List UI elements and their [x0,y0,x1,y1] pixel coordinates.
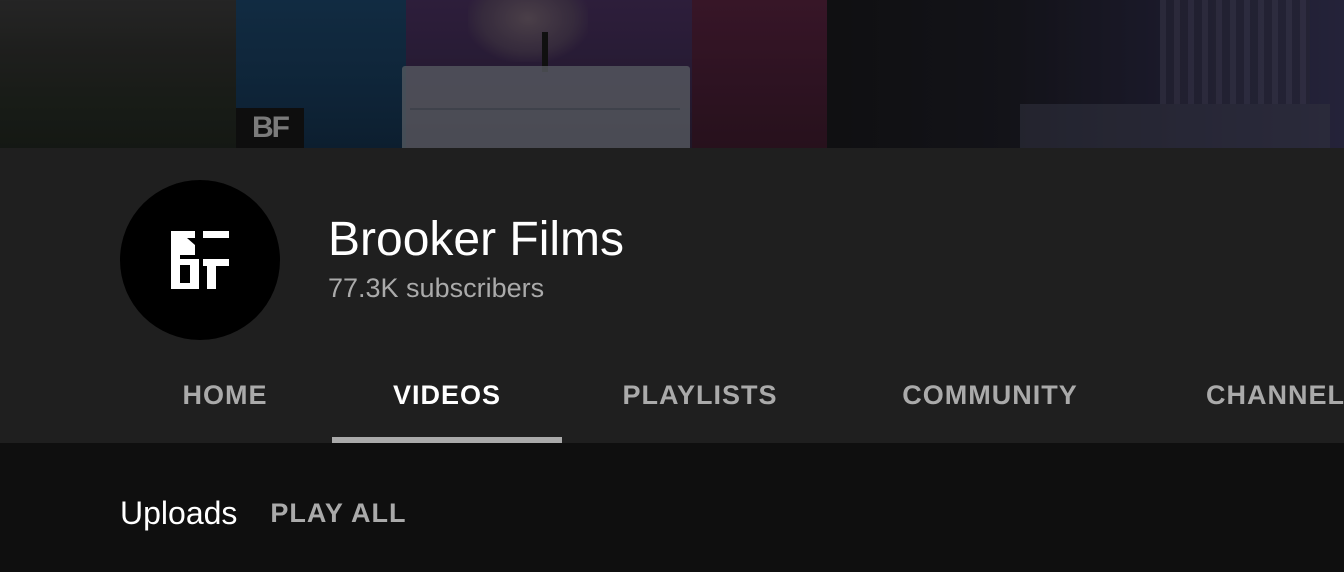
uploads-header: Uploads PLAY ALL [120,495,406,532]
avatar[interactable] [120,180,280,340]
uploads-title[interactable]: Uploads [120,495,237,532]
subscriber-count: 77.3K subscribers [328,273,545,303]
tab-community-label: COMMUNITY [902,380,1078,410]
tab-channels-label: CHANNELS [1206,380,1344,410]
tab-home-label: HOME [182,380,268,410]
channel-banner: BF [0,0,1344,148]
tab-home[interactable]: HOME [150,348,300,443]
tab-playlists-label: PLAYLISTS [622,380,778,410]
banner-dim-overlay [0,0,1344,148]
tab-channels[interactable]: CHANNELS [1180,348,1344,443]
tab-videos-label: VIDEOS [392,380,502,410]
tab-videos[interactable]: VIDEOS [332,348,562,443]
brooker-films-logo-icon [169,229,231,291]
play-all-button[interactable]: PLAY ALL [270,498,406,529]
channel-header: Brooker Films 77.3K subscribers HOME VID… [0,148,1344,443]
channel-name: Brooker Films [328,213,625,266]
videos-content: Uploads PLAY ALL [0,443,1344,572]
tab-community[interactable]: COMMUNITY [880,348,1100,443]
tab-playlists[interactable]: PLAYLISTS [600,348,800,443]
channel-info: Brooker Films 77.3K subscribers [328,212,624,304]
channel-tabs: HOME VIDEOS PLAYLISTS COMMUNITY CHANNELS [0,348,1344,443]
